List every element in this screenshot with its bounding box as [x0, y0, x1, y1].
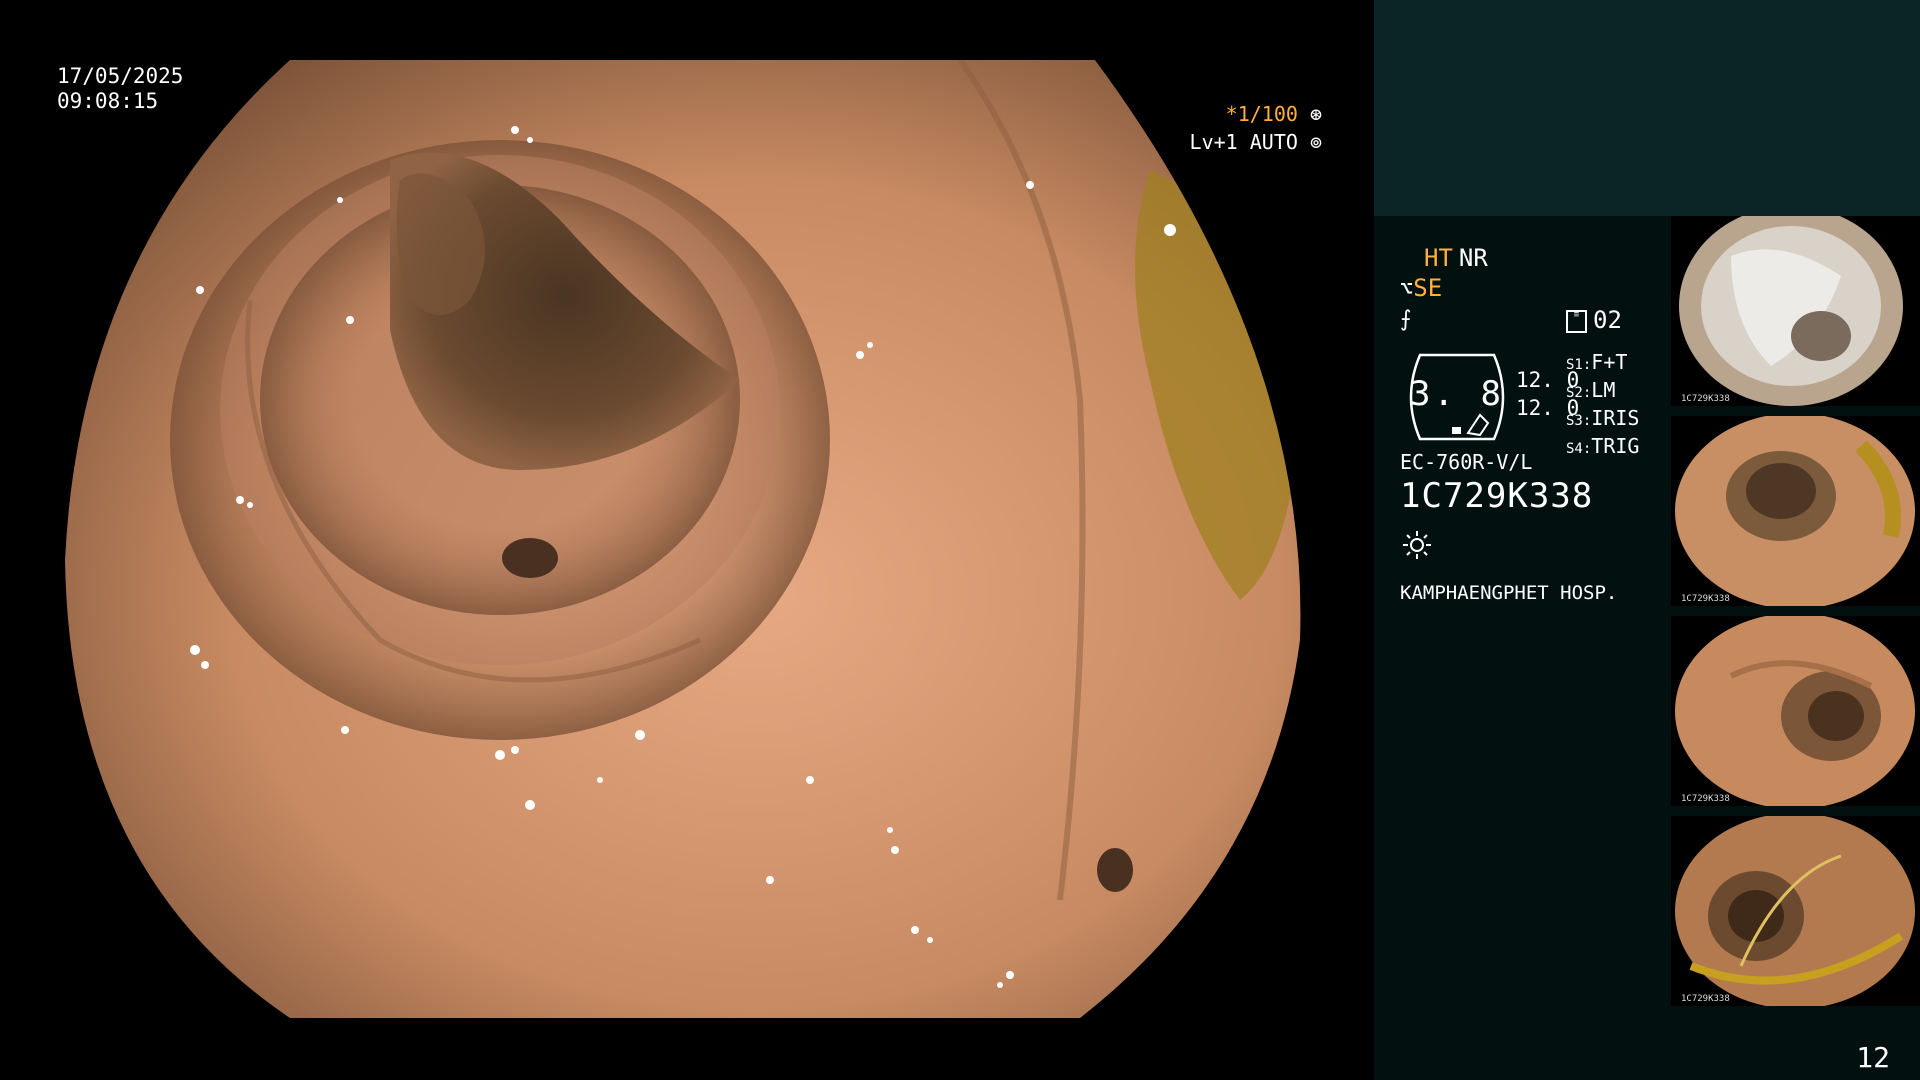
page-number: 12: [1856, 1041, 1890, 1074]
se-mode-label: SE: [1413, 274, 1443, 302]
endoscopic-image: [65, 60, 1301, 1018]
endoscope-main-view: 17/05/2025 09:08:15 *1/100 ⊛ Lv+1 AUTO ⊚: [0, 0, 1374, 1080]
sidebar-header-band: [1374, 0, 1920, 216]
light-level-label: Lv+1 AUTO: [1189, 130, 1298, 154]
time-label: 09:08:15: [57, 89, 159, 113]
thumbnail-2[interactable]: 1C729K338: [1671, 416, 1920, 606]
thumbnail-4[interactable]: 1C729K338: [1671, 816, 1920, 1006]
thumbnail-id: 1C729K338: [1681, 594, 1730, 604]
card-count-label: 02: [1593, 306, 1622, 334]
thumbnail-1[interactable]: 1C729K338: [1671, 216, 1920, 406]
switch-row: S4:TRIG: [1566, 434, 1640, 458]
date-label: 17/05/2025: [57, 64, 184, 88]
aperture-icon: ⊛: [1297, 102, 1322, 126]
shutter-speed-label: *1/100: [1225, 102, 1298, 126]
structure-enhance-icon: ⌥: [1400, 277, 1414, 302]
switch-row: S2:LM: [1566, 378, 1616, 402]
auto-iris-icon: ⊚: [1297, 130, 1322, 154]
gauge-value: 3. 8: [1410, 374, 1504, 414]
nr-mode-label: NR: [1458, 244, 1488, 272]
scope-model-label: EC-760R-V/L: [1400, 450, 1533, 474]
lamp-sun-icon: [1403, 531, 1431, 559]
freeze-icon: ⨍: [1400, 307, 1412, 332]
switch-row: S3:IRIS: [1566, 406, 1640, 430]
datetime-display: 17/05/2025 09:08:15: [57, 64, 183, 114]
exposure-panel: *1/100 ⊛ Lv+1 AUTO ⊚: [1190, 100, 1322, 156]
thumbnail-id: 1C729K338: [1681, 794, 1730, 804]
scope-serial-label: 1C729K338: [1400, 476, 1594, 516]
thumbnail-id: 1C729K338: [1681, 394, 1730, 404]
thumbnail-3[interactable]: 1C729K338: [1671, 616, 1920, 806]
hospital-label: KAMPHAENGPHET HOSP.: [1400, 582, 1618, 604]
info-sidebar: HT NR ⌥SE ⨍ ≡ 02 3. 8 12. 0 12. 0 S1:F+T S…: [1374, 0, 1920, 1080]
switch-assignments: S1:F+T S2:LM S3:IRIS S4:TRIG: [1566, 350, 1639, 462]
switch-row: S1:F+T: [1566, 350, 1628, 374]
thumbnail-id: 1C729K338: [1681, 994, 1730, 1004]
memory-card-icon: ≡: [1566, 309, 1587, 333]
ht-mode-label: HT: [1424, 244, 1453, 272]
